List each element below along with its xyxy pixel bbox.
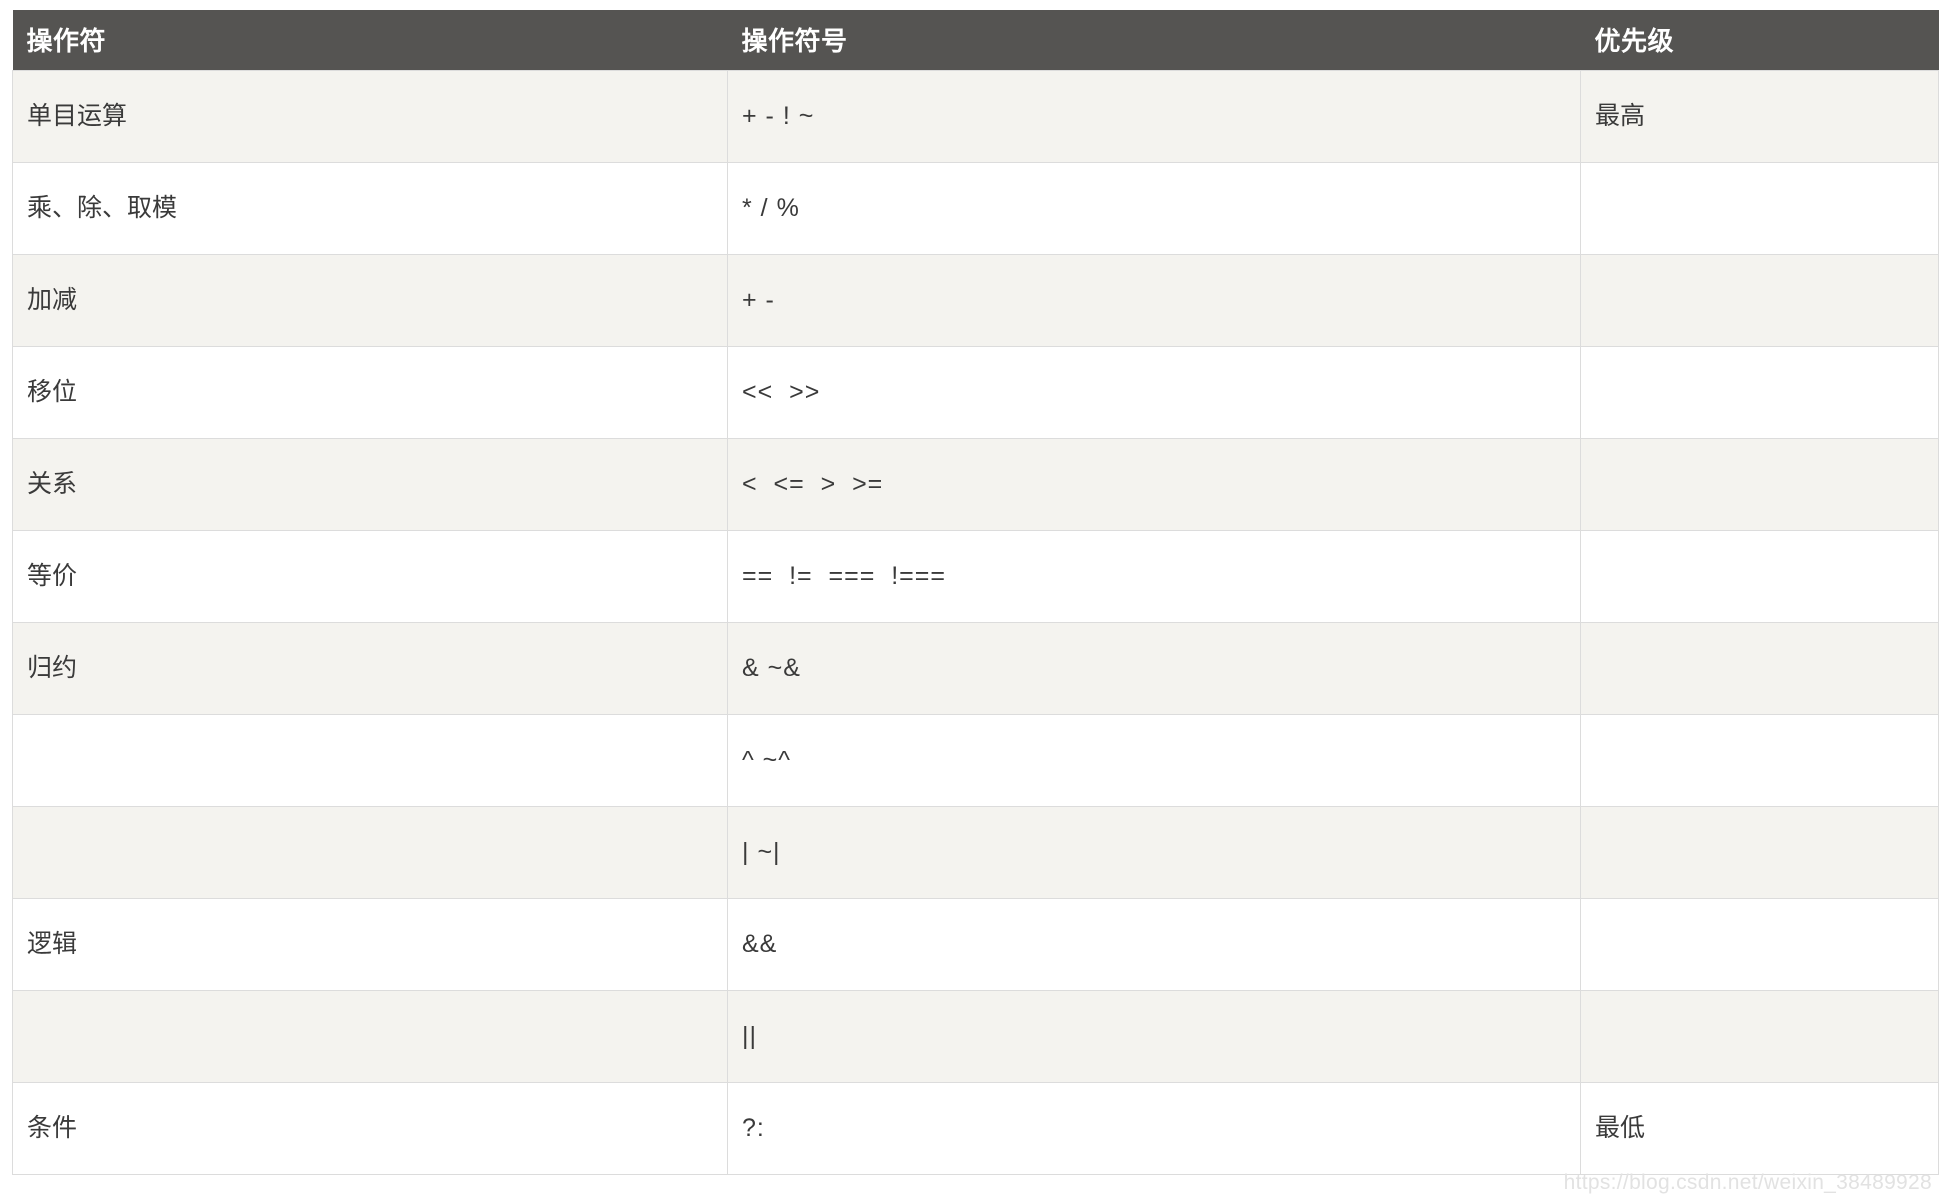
- column-header-operator-symbol: 操作符号: [727, 10, 1581, 71]
- cell-precedence: [1580, 438, 1939, 531]
- cell-operator: 等价: [12, 530, 728, 623]
- table-row: ^ ~^: [12, 714, 1939, 807]
- cell-operator-symbol: * / %: [727, 162, 1581, 255]
- table-header-row: 操作符 操作符号 优先级: [12, 10, 1939, 71]
- table-row: | ~|: [12, 806, 1939, 899]
- cell-precedence: [1580, 990, 1939, 1083]
- table-row: 逻辑 &&: [12, 898, 1939, 991]
- cell-precedence: [1580, 714, 1939, 807]
- cell-precedence: [1580, 254, 1939, 347]
- table-row: 加减 + -: [12, 254, 1939, 347]
- table-row: 归约 & ~&: [12, 622, 1939, 715]
- cell-operator: 加减: [12, 254, 728, 347]
- column-header-operator: 操作符: [12, 10, 728, 71]
- cell-operator: 移位: [12, 346, 728, 439]
- cell-precedence: 最高: [1580, 70, 1939, 163]
- cell-operator-symbol: == != === !===: [727, 530, 1581, 623]
- table-row: 关系 < <= > >=: [12, 438, 1939, 531]
- cell-operator-symbol: ||: [727, 990, 1581, 1083]
- table-row: 移位 << >>: [12, 346, 1939, 439]
- cell-operator-symbol: ?:: [727, 1082, 1581, 1175]
- cell-precedence: 最低: [1580, 1082, 1939, 1175]
- cell-operator: 条件: [12, 1082, 728, 1175]
- table-row: ||: [12, 990, 1939, 1083]
- cell-operator-symbol: ^ ~^: [727, 714, 1581, 807]
- table-row: 等价 == != === !===: [12, 530, 1939, 623]
- column-header-precedence: 优先级: [1580, 10, 1939, 71]
- watermark: https://blog.csdn.net/weixin_38489928: [1563, 1171, 1932, 1194]
- table-row: 乘、除、取模 * / %: [12, 162, 1939, 255]
- cell-operator: 乘、除、取模: [12, 162, 728, 255]
- cell-operator-symbol: & ~&: [727, 622, 1581, 715]
- cell-operator-symbol: + - ! ~: [727, 70, 1581, 163]
- cell-precedence: [1580, 806, 1939, 899]
- cell-precedence: [1580, 162, 1939, 255]
- cell-operator: [12, 806, 728, 899]
- cell-operator: 单目运算: [12, 70, 728, 163]
- operator-precedence-table: 操作符 操作符号 优先级 单目运算 + - ! ~ 最高 乘、除、取模 * / % 加减 +…: [12, 10, 1939, 1175]
- cell-operator-symbol: < <= > >=: [727, 438, 1581, 531]
- table-row: 条件?: 最低: [12, 1082, 1939, 1175]
- table-body: 单目运算 + - ! ~ 最高 乘、除、取模 * / % 加减 + - 移位 << >> 关系 < …: [12, 70, 1939, 1175]
- cell-operator-symbol: + -: [727, 254, 1581, 347]
- table-header: 操作符 操作符号 优先级: [12, 10, 1939, 71]
- cell-operator-symbol: &&: [727, 898, 1581, 991]
- cell-operator: [12, 990, 728, 1083]
- cell-precedence: [1580, 898, 1939, 991]
- cell-precedence: [1580, 346, 1939, 439]
- cell-operator: 逻辑: [12, 898, 728, 991]
- cell-operator: [12, 714, 728, 807]
- page-container: 操作符 操作符号 优先级 单目运算 + - ! ~ 最高 乘、除、取模 * / % 加减 +…: [0, 0, 1950, 1201]
- cell-precedence: [1580, 530, 1939, 623]
- cell-operator-symbol: << >>: [727, 346, 1581, 439]
- cell-operator-symbol: | ~|: [727, 806, 1581, 899]
- cell-operator: 关系: [12, 438, 728, 531]
- cell-operator: 归约: [12, 622, 728, 715]
- table-row: 单目运算 + - ! ~ 最高: [12, 70, 1939, 163]
- cell-precedence: [1580, 622, 1939, 715]
